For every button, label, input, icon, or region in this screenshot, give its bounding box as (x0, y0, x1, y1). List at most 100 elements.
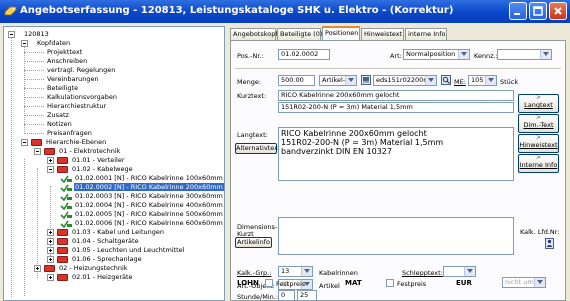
eur-select[interactable]: nicht umlegb (502, 277, 546, 288)
minimize-button[interactable] (509, 2, 527, 20)
artikel-nr-select[interactable]: Artikel-Nr.: (319, 75, 357, 86)
tree-row-sprechanlage[interactable]: 01.06 - Sprechanlage (47, 255, 143, 264)
tree-row-kabelwege[interactable]: 01.02 - Kabelwege (47, 165, 134, 174)
artikel-code-select[interactable]: eds151r02200n (373, 75, 437, 86)
position-check-icon (60, 220, 72, 228)
festpreis-lohn-label: Festpreis (276, 280, 306, 288)
dim-text-button[interactable]: > Dim.-Text (518, 114, 559, 133)
tree-connector (24, 88, 44, 89)
position-check-icon (60, 175, 72, 183)
article-search-icon[interactable] (441, 75, 451, 85)
tree-row-schaltgeraete[interactable]: 01.04 - Schaltgeräte (47, 237, 140, 246)
tree-row-hierarchie-ebenen[interactable]: Hierarchie-Ebenen (21, 138, 107, 147)
tab-hinweistext[interactable]: Hinweistext (361, 28, 404, 40)
kurztext-line1-field[interactable]: RICO Kabelrinne 200x60mm gelocht (278, 90, 514, 101)
tree-row-elektrotechnik[interactable]: 01 - Elektrotechnik (34, 147, 121, 156)
langtext-line: bandverzinkt DIN EN 10327 (281, 147, 392, 156)
tree-row-regelungen[interactable]: vertragl. Regelungen (24, 66, 116, 75)
artikelinfo-button[interactable]: Artikelinfo (235, 237, 272, 248)
hinweistext-button[interactable]: > Hinweistext (518, 134, 559, 153)
tree-row-preisanfragen[interactable]: Preisanfragen (24, 129, 93, 138)
collapse-icon[interactable] (34, 148, 41, 155)
tree-row-verteiler[interactable]: 01.01 - Verteiler (47, 156, 126, 165)
kurztext-line2-field[interactable]: 151R02-200-N (P = 3m) Material 1,5mm (278, 102, 514, 113)
user-icon[interactable] (545, 238, 554, 249)
interne-info-button[interactable]: > Interne Info (518, 154, 559, 173)
interne-info-button-label: Interne Info (519, 161, 558, 169)
hierarchy-tree[interactable]: 120813 Kopfdaten Projekttext Anschreiben… (3, 26, 225, 301)
tree-row-projekttext[interactable]: Projekttext (24, 48, 83, 57)
expand-icon[interactable] (47, 229, 54, 236)
lohn-label: LOHN (237, 279, 259, 287)
tab-angebotskopf[interactable]: Angebotskopf (230, 28, 278, 40)
tree-connector (24, 61, 44, 62)
pos-nr-field[interactable]: 01.02.0002 (278, 49, 330, 60)
eur-label: EUR (456, 279, 472, 287)
tree-row-notizen[interactable]: Notizen (24, 120, 73, 129)
expand-icon[interactable] (47, 274, 54, 281)
splitter-handle[interactable] (226, 23, 229, 301)
stunde-field[interactable]: 0 (278, 290, 295, 301)
tab-interne-info[interactable]: interne Info (405, 28, 447, 40)
tree-row-position-selected[interactable]: 01.02.0002 [N] - RICO Kabelrinne 200x60m… (60, 183, 224, 192)
tree-row-position[interactable]: 01.02.0004 [N] - RICO Kabelrinne 400x60m… (60, 201, 224, 210)
expand-icon[interactable] (34, 265, 41, 272)
unit-text: Stück (500, 78, 519, 86)
tree-row-vereinbarungen[interactable]: Vereinbarungen (24, 75, 100, 84)
dimensions-area[interactable] (278, 217, 514, 255)
tree-row-zusatz[interactable]: Zusatz (24, 111, 70, 120)
kennz-label: Kennz.: (474, 52, 498, 60)
collapse-icon[interactable] (47, 166, 54, 173)
kalk-grp-select[interactable]: 13 (278, 266, 313, 277)
schlepptext-label[interactable]: Schlepptext: (402, 269, 443, 277)
dropdown-arrow-icon (304, 282, 310, 286)
expand-icon[interactable] (47, 157, 54, 164)
article-lookup-icon[interactable] (361, 75, 371, 85)
expand-icon[interactable] (47, 247, 54, 254)
close-icon (554, 7, 562, 15)
tree-row-kopfdaten[interactable]: Kopfdaten (21, 39, 71, 48)
menge-field[interactable]: 500.00 (278, 75, 315, 86)
festpreis-mat-checkbox[interactable] (386, 279, 394, 287)
tree-row-heizgeraete[interactable]: 02.01 - Heizgeräte (47, 273, 134, 282)
schlepptext-select[interactable] (443, 266, 476, 277)
tree-row-position[interactable]: 01.02.0006 [N] - RICO Kabelrinne 600x60m… (60, 219, 224, 228)
tree-row-kalkulation[interactable]: Kalkulationsvorgaben (24, 93, 118, 102)
alternativtext-button[interactable]: Alternativtext (235, 143, 281, 154)
tree-row-anschreiben[interactable]: Anschreiben (24, 57, 88, 66)
tree-row-position[interactable]: 01.02.0005 [N] - RICO Kabelrinne 500x60m… (60, 210, 224, 219)
me-label[interactable]: ME: (454, 78, 466, 86)
tree-row-leuchten[interactable]: 01.05 - Leuchten und Leuchtmittel (47, 246, 185, 255)
collapse-icon[interactable] (8, 31, 15, 38)
tree-row-beteiligte[interactable]: Beteiligte (24, 84, 79, 93)
tab-positionen[interactable]: Positionen (322, 26, 360, 40)
title-bar[interactable]: Angebotserfassung - 120813, Leistungskat… (0, 0, 570, 23)
maximize-button[interactable] (529, 2, 547, 20)
tab-beteiligte[interactable]: Beteiligte (0) (277, 28, 322, 40)
folder-icon (57, 229, 68, 236)
tree-row-heizungstechnik[interactable]: 02 - Heizungstechnik (34, 264, 129, 273)
kalk-grp-label[interactable]: Kalk.-Grp.: (237, 269, 271, 277)
folder-icon (57, 247, 68, 254)
collapse-icon[interactable] (21, 139, 28, 146)
dropdown-arrow-icon (461, 52, 467, 56)
langtext-line: 151R02-200-N (P = 3m) Material 1,5mm (281, 138, 444, 147)
collapse-icon[interactable] (21, 40, 28, 47)
tree-row-kabel[interactable]: 01.03 - Kabel und Leitungen (47, 228, 165, 237)
langtext-area[interactable]: RICO Kabelrinne 200x60mm gelocht 151R02-… (278, 127, 514, 181)
tree-row-hierarchiestruktur[interactable]: Hierarchiestruktur (24, 102, 107, 111)
me-select[interactable]: 105 (468, 75, 497, 86)
expand-icon[interactable] (47, 256, 54, 263)
langtext-button[interactable]: > Langtext (518, 94, 559, 113)
tree-label: Beteiligte (47, 84, 79, 92)
art-select[interactable]: Normalposition (403, 49, 470, 60)
close-button[interactable] (549, 2, 567, 20)
expand-icon[interactable] (47, 238, 54, 245)
folder-icon (57, 238, 68, 245)
tree-row-root[interactable]: 120813 (8, 30, 50, 39)
kennz-select[interactable] (497, 49, 552, 60)
festpreis-lohn-checkbox[interactable] (265, 279, 273, 287)
tree-row-position[interactable]: 01.02.0001 [N] - RICO Kabelrinne 100x60m… (60, 174, 224, 183)
minuten-field[interactable]: 25 (297, 290, 317, 301)
tree-row-position[interactable]: 01.02.0003 [N] - RICO Kabelrinne 300x60m… (60, 192, 224, 201)
